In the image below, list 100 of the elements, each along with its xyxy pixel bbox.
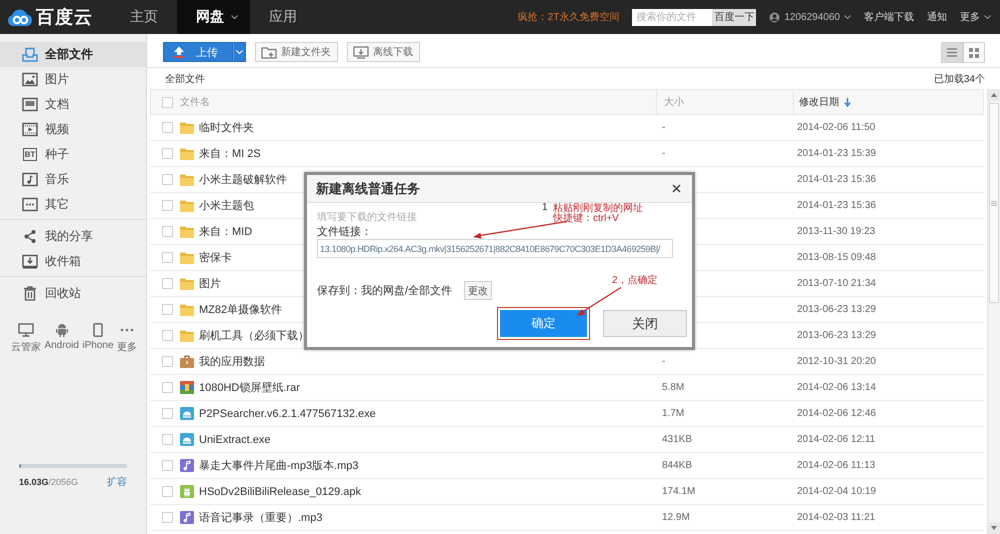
scrollbar-thumb[interactable] — [989, 103, 999, 303]
modified-date: 2014-02-06 13:14 — [797, 382, 876, 393]
file-name[interactable]: 小米主题破解软件 — [199, 172, 287, 187]
sidebar-item[interactable]: 图片 — [0, 67, 146, 92]
list-icon — [947, 48, 957, 57]
upload-menu-button[interactable] — [233, 42, 246, 62]
more-icon — [22, 197, 38, 212]
nav-tab[interactable]: 网盘 — [177, 0, 250, 34]
sidebar-item[interactable]: BT 种子 — [0, 142, 146, 167]
change-button[interactable]: 更改 — [464, 281, 492, 300]
row-checkbox[interactable] — [162, 122, 173, 133]
expand-storage-link[interactable]: 扩容 — [107, 475, 127, 489]
close-button[interactable]: 关闭 — [603, 310, 687, 337]
share-icon — [22, 229, 38, 244]
link-input-field[interactable]: 13.1080p.HDRip.x264.AC3g.mkv|3156252671|882C8410E8679C70C303E1D3A469259B|/ — [317, 239, 673, 258]
row-checkbox[interactable] — [162, 408, 173, 419]
file-name[interactable]: 1080HD锁屏壁纸.rar — [199, 380, 300, 395]
trash-icon — [22, 286, 38, 301]
grid-view-button[interactable] — [963, 42, 985, 63]
modified-date: 2013-06-23 13:29 — [797, 330, 876, 341]
file-name[interactable]: 语音记事录（重要）.mp3 — [199, 510, 322, 525]
upload-button[interactable]: 上传 — [163, 42, 233, 62]
folder-icon — [180, 200, 194, 212]
list-view-button[interactable] — [941, 42, 963, 63]
nav-tab[interactable]: 应用 — [250, 0, 316, 34]
grid-icon — [969, 48, 979, 58]
top-link[interactable]: 更多 — [960, 10, 991, 24]
file-name[interactable]: 我的应用数据 — [199, 354, 265, 369]
modified-date: 2013-07-10 21:34 — [797, 278, 876, 289]
file-name[interactable]: 密保卡 — [199, 250, 232, 265]
device-link[interactable]: 更多 — [116, 323, 137, 354]
row-checkbox[interactable] — [162, 278, 173, 289]
file-name[interactable]: 临时文件夹 — [199, 120, 254, 135]
promo-link[interactable]: 疯抢：2T永久免费空间 — [518, 10, 620, 24]
dialog-title: 新建离线普通任务 — [316, 180, 420, 198]
sidebar-item[interactable]: 其它 — [0, 192, 146, 217]
top-link[interactable]: 通知 — [927, 10, 947, 24]
row-checkbox[interactable] — [162, 512, 173, 523]
sidebar-item[interactable]: 视频 — [0, 117, 146, 142]
select-all-checkbox[interactable] — [162, 96, 173, 108]
row-checkbox[interactable] — [162, 226, 173, 237]
breadcrumb[interactable]: 全部文件 — [165, 72, 205, 86]
video-icon — [22, 122, 38, 137]
music-file-icon — [180, 459, 194, 472]
nav-tab[interactable]: 主页 — [111, 0, 177, 34]
up-triangle-icon — [991, 93, 997, 97]
sidebar-item[interactable]: 全部文件 — [0, 42, 146, 67]
new-folder-button[interactable]: 新建文件夹 — [255, 42, 338, 62]
search-button[interactable]: 百度一下 — [712, 8, 756, 26]
device-link[interactable]: Android — [44, 323, 79, 354]
file-size: 12.9M — [662, 512, 690, 523]
row-checkbox[interactable] — [162, 356, 173, 367]
row-checkbox[interactable] — [162, 200, 173, 211]
row-checkbox[interactable] — [162, 382, 173, 393]
row-checkbox[interactable] — [162, 330, 173, 341]
sidebar-item[interactable]: 音乐 — [0, 167, 146, 192]
file-size: - — [662, 148, 666, 159]
sidebar-item[interactable]: 回收站 — [0, 281, 146, 306]
modified-date: 2013-06-23 13:29 — [797, 304, 876, 315]
row-checkbox[interactable] — [162, 460, 173, 471]
image-icon — [22, 72, 38, 87]
file-size: 431KB — [662, 434, 692, 445]
file-name[interactable]: UniExtract.exe — [199, 434, 271, 446]
row-checkbox[interactable] — [162, 252, 173, 263]
grip-icon — [991, 200, 997, 206]
file-name[interactable]: 小米主题包 — [199, 198, 254, 213]
scroll-up-button[interactable] — [988, 89, 1000, 101]
file-name[interactable]: 来自：MID — [199, 224, 252, 239]
row-checkbox[interactable] — [162, 304, 173, 315]
scroll-down-button[interactable] — [988, 522, 1000, 534]
row-checkbox[interactable] — [162, 174, 173, 185]
device-link[interactable]: iPhone — [82, 323, 114, 354]
file-size: 174.1M — [662, 486, 696, 497]
field-label: 文件链接： — [317, 225, 372, 239]
device-link[interactable]: 云管家 — [11, 323, 41, 354]
folder-icon — [180, 330, 194, 342]
search-field[interactable]: 搜索你的文件 — [632, 8, 712, 26]
row-checkbox[interactable] — [162, 434, 173, 445]
save-location-text: 保存到：我的网盘/全部文件 — [317, 284, 452, 298]
top-link[interactable]: 客户端下载 — [864, 10, 914, 24]
row-checkbox[interactable] — [162, 148, 173, 159]
modified-date: 2013-08-15 09:48 — [797, 252, 876, 263]
column-header[interactable]: 修改日期 — [799, 95, 839, 109]
file-name[interactable]: 来自：MI 2S — [199, 146, 261, 161]
close-icon[interactable] — [672, 184, 681, 193]
file-name[interactable]: MZ82单摄像软件 — [199, 302, 282, 317]
row-checkbox[interactable] — [162, 486, 173, 497]
annotation-number: 1 — [542, 203, 548, 213]
sidebar-item[interactable]: 收件箱 — [0, 249, 146, 274]
file-name[interactable]: P2PSearcher.v6.2.1.477567132.exe — [199, 408, 376, 420]
file-name[interactable]: HSoDv2BiliBiliRelease_0129.apk — [199, 486, 362, 498]
sidebar-item[interactable]: 我的分享 — [0, 224, 146, 249]
offline-download-button[interactable]: 离线下载 — [347, 42, 420, 62]
account-menu[interactable]: 1206294060 — [769, 12, 851, 22]
modified-date: 2014-02-04 10:19 — [797, 486, 876, 497]
file-name[interactable]: 图片 — [199, 276, 221, 291]
modified-date: 2014-01-23 15:36 — [797, 200, 876, 211]
folder-icon — [180, 252, 194, 264]
sidebar-item[interactable]: 文档 — [0, 92, 146, 117]
file-name[interactable]: 暴走大事件片尾曲-mp3版本.mp3 — [199, 458, 359, 473]
